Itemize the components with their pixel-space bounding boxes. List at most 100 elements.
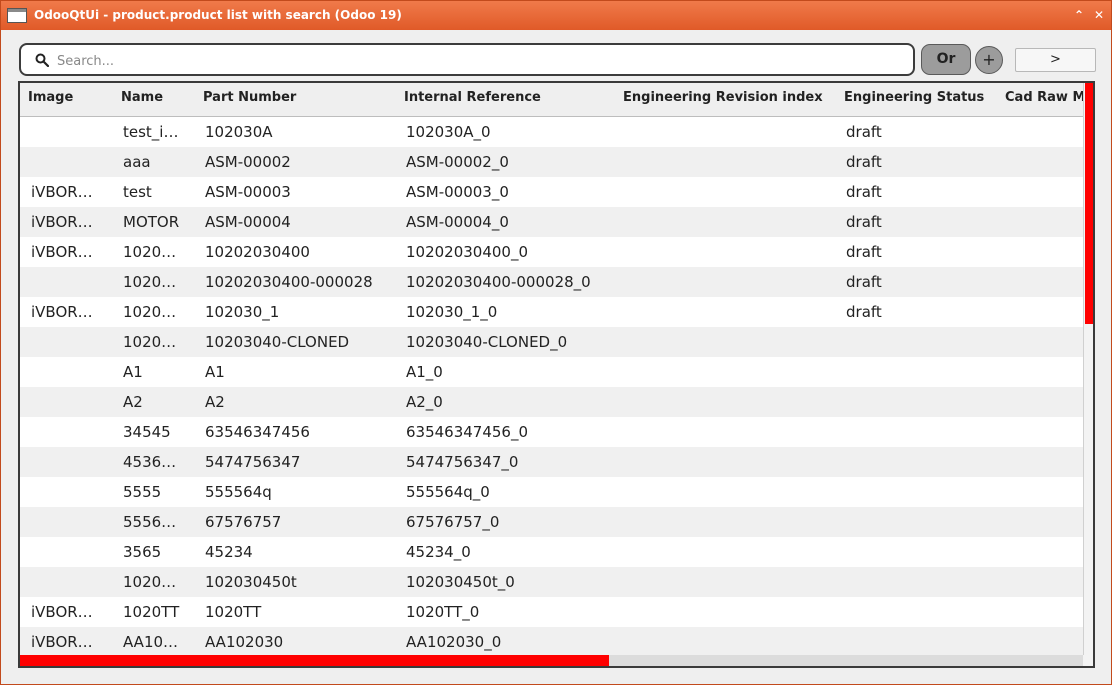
cell-image: iVBOR… <box>31 213 93 231</box>
table-row[interactable]: 3565 45234 45234_0 <box>20 537 1083 567</box>
cell-name: 1020TT <box>123 603 180 621</box>
table-row[interactable]: iVBOR… 1020… 102030_1 102030_1_0 draft <box>20 297 1083 327</box>
or-button[interactable]: Or <box>921 44 971 75</box>
column-header-name[interactable]: Name <box>121 83 196 116</box>
cell-engineering-status <box>846 627 1001 655</box>
cell-engineering-status: draft <box>846 213 882 231</box>
cell-name: 1020… <box>123 243 177 261</box>
cell-name: aaa <box>123 153 151 171</box>
cell-part-number: 102030_1 <box>205 303 280 321</box>
table-row[interactable]: aaa ASM-00002 ASM-00002_0 draft <box>20 147 1083 177</box>
horizontal-scrollbar[interactable] <box>20 655 1083 666</box>
vertical-scrollbar[interactable] <box>1083 83 1093 655</box>
column-header-image[interactable]: Image <box>28 83 113 116</box>
cell-internal-reference: 10202030400_0 <box>406 243 529 261</box>
cell-image: iVBOR… <box>31 303 93 321</box>
cell-internal-reference: 45234_0 <box>406 543 471 561</box>
cell-internal-reference: 555564q_0 <box>406 483 490 501</box>
vertical-scrollbar-thumb[interactable] <box>1085 83 1093 324</box>
cell-cad-raw <box>1007 297 1083 327</box>
cell-internal-reference: AA102030_0 <box>406 633 502 651</box>
cell-internal-reference: A1_0 <box>406 363 443 381</box>
search-input[interactable] <box>55 49 899 73</box>
cell-engineering-status <box>846 327 1001 357</box>
table-row[interactable]: test_i… 102030A 102030A_0 draft <box>20 117 1083 147</box>
table-row[interactable]: 34545 63546347456 63546347456_0 <box>20 417 1083 447</box>
cell-name: A2 <box>123 393 143 411</box>
cell-part-number: 10202030400 <box>205 243 310 261</box>
cell-part-number: A1 <box>205 363 225 381</box>
cell-name: A1 <box>123 363 143 381</box>
cell-internal-reference: 5474756347_0 <box>406 453 519 471</box>
column-header-engineering-revision-index[interactable]: Engineering Revision index <box>623 83 838 116</box>
cell-engineering-revision-index <box>625 117 840 147</box>
horizontal-scrollbar-thumb[interactable] <box>20 655 609 666</box>
table-row[interactable]: 5556… 67576757 67576757_0 <box>20 507 1083 537</box>
table-row[interactable]: 1020… 10203040-CLONED 10203040-CLONED_0 <box>20 327 1083 357</box>
cell-part-number: ASM-00002 <box>205 153 291 171</box>
cell-internal-reference: 67576757_0 <box>406 513 500 531</box>
cell-engineering-status: draft <box>846 243 882 261</box>
search-bar[interactable] <box>19 43 915 76</box>
table-header: Image Name Part Number Internal Reference En… <box>20 83 1085 117</box>
table-row[interactable]: 1020… 102030450t 102030450t_0 <box>20 567 1083 597</box>
cell-internal-reference: 10202030400-000028_0 <box>406 273 591 291</box>
cell-image <box>31 477 116 507</box>
cell-image <box>31 147 116 177</box>
column-header-cad-raw[interactable]: Cad Raw M <box>1005 83 1093 116</box>
cell-internal-reference: 1020TT_0 <box>406 603 480 621</box>
cell-cad-raw <box>1007 387 1083 417</box>
table-row[interactable]: 5555 555564q 555564q_0 <box>20 477 1083 507</box>
cell-name: 1020… <box>123 573 177 591</box>
cell-image <box>31 537 116 567</box>
cell-internal-reference: 102030A_0 <box>406 123 491 141</box>
cell-engineering-revision-index <box>625 357 840 387</box>
cell-name: test_i… <box>123 123 179 141</box>
cell-part-number: 10202030400-000028 <box>205 273 373 291</box>
table-row[interactable]: A1 A1 A1_0 <box>20 357 1083 387</box>
cell-internal-reference: 102030_1_0 <box>406 303 498 321</box>
column-header-engineering-status[interactable]: Engineering Status <box>844 83 999 116</box>
column-header-internal-reference[interactable]: Internal Reference <box>404 83 614 116</box>
table-row[interactable]: iVBOR… 1020TT 1020TT 1020TT_0 <box>20 597 1083 627</box>
cell-cad-raw <box>1007 417 1083 447</box>
cell-internal-reference: ASM-00004_0 <box>406 213 509 231</box>
table-row[interactable]: iVBOR… MOTOR ASM-00004 ASM-00004_0 draft <box>20 207 1083 237</box>
title-bar[interactable]: OdooQtUi - product.product list with sea… <box>1 1 1111 30</box>
add-filter-button[interactable]: + <box>975 46 1003 74</box>
table-row[interactable]: iVBOR… 1020… 10202030400 10202030400_0 draft <box>20 237 1083 267</box>
cell-engineering-status <box>846 387 1001 417</box>
cell-engineering-revision-index <box>625 327 840 357</box>
table-row[interactable]: 1020… 10202030400-000028 10202030400-00002… <box>20 267 1083 297</box>
cell-image <box>31 507 116 537</box>
maximize-icon[interactable]: ⌃ <box>1071 7 1087 23</box>
cell-engineering-revision-index <box>625 477 840 507</box>
product-table: Image Name Part Number Internal Reference En… <box>18 81 1095 668</box>
cell-internal-reference: 10203040-CLONED_0 <box>406 333 568 351</box>
cell-cad-raw <box>1007 147 1083 177</box>
close-icon[interactable]: ✕ <box>1091 7 1107 23</box>
table-row[interactable]: iVBOR… AA10… AA102030 AA102030_0 <box>20 627 1083 655</box>
cell-engineering-revision-index <box>625 237 840 267</box>
table-row[interactable]: 4536… 5474756347 5474756347_0 <box>20 447 1083 477</box>
cell-engineering-revision-index <box>625 177 840 207</box>
cell-engineering-revision-index <box>625 417 840 447</box>
cell-engineering-revision-index <box>625 447 840 477</box>
cell-engineering-status <box>846 567 1001 597</box>
cell-image <box>31 447 116 477</box>
cell-part-number: 63546347456 <box>205 423 310 441</box>
next-page-button[interactable]: > <box>1015 48 1096 72</box>
table-row[interactable]: A2 A2 A2_0 <box>20 387 1083 417</box>
cell-part-number: 102030450t <box>205 573 297 591</box>
cell-name: 3565 <box>123 543 162 561</box>
cell-internal-reference: ASM-00002_0 <box>406 153 509 171</box>
cell-engineering-status <box>846 537 1001 567</box>
table-row[interactable]: iVBOR… test ASM-00003 ASM-00003_0 draft <box>20 177 1083 207</box>
cell-internal-reference: A2_0 <box>406 393 443 411</box>
table-body: test_i… 102030A 102030A_0 draftaaa ASM-00002… <box>20 117 1083 655</box>
cell-cad-raw <box>1007 537 1083 567</box>
cell-cad-raw <box>1007 597 1083 627</box>
column-header-part-number[interactable]: Part Number <box>203 83 398 116</box>
cell-engineering-status <box>846 507 1001 537</box>
cell-engineering-revision-index <box>625 147 840 177</box>
